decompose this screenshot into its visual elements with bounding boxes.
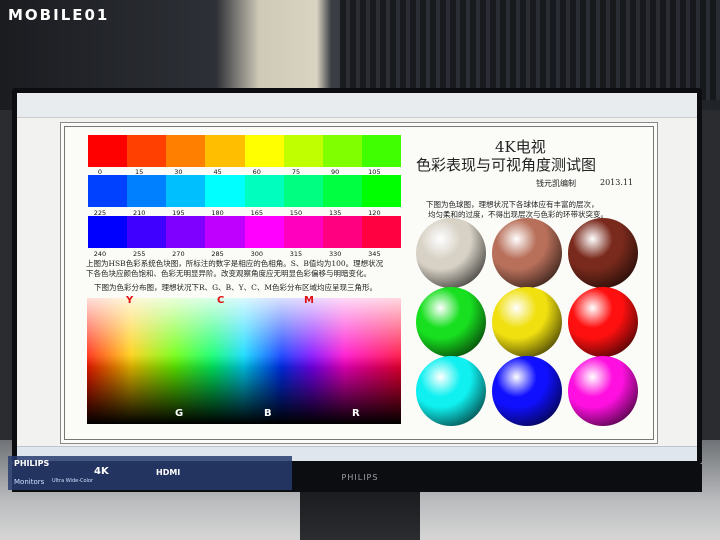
hue-bar-row-2	[88, 175, 401, 207]
row2-swatch	[205, 175, 245, 207]
hue-tick-label: 45	[213, 168, 222, 176]
color-sphere	[416, 356, 486, 426]
hue-tick-label: 135	[328, 209, 342, 217]
sticker-ultra: Ultra Wide-Color	[52, 478, 94, 484]
row2-swatch	[166, 175, 206, 207]
row1-swatch	[244, 135, 284, 167]
hue-bar-row-3	[88, 216, 401, 248]
label-B: B	[264, 408, 272, 419]
row2-swatch	[88, 175, 128, 207]
row2-swatch	[283, 175, 323, 207]
hue-tick-label: 105	[368, 168, 381, 176]
bezel-brand-label: PHILIPS	[341, 473, 379, 482]
color-sphere	[568, 218, 638, 288]
hue-tick-label: 285	[211, 250, 224, 258]
sticker-hdmi: HDMI	[156, 468, 181, 477]
hue-tick-label: 210	[132, 209, 146, 217]
row2-swatch	[244, 175, 284, 207]
sticker-monitors: Monitors	[14, 478, 45, 486]
hue-tick-label: 225	[93, 209, 107, 217]
label-M: M	[304, 295, 314, 306]
hue-tick-label: 150	[289, 209, 303, 217]
row3-swatch	[283, 216, 323, 248]
sticker-brand: PHILIPS	[14, 459, 50, 468]
label-C: C	[217, 295, 225, 306]
hue-tick-label: 30	[174, 168, 183, 176]
chart-author: 钱元凯编制	[536, 179, 576, 188]
label-Y: Y	[126, 295, 134, 306]
hue-tick-label: 195	[172, 209, 185, 217]
monitor-stand	[300, 492, 420, 540]
hue-bar-row-1	[88, 135, 401, 167]
hue-tick-label: 0	[97, 168, 103, 176]
watermark-logo: MOBILE01	[8, 6, 110, 24]
row1-swatch	[166, 135, 206, 167]
hue-tick-label: 15	[135, 168, 144, 176]
row2-swatch	[322, 175, 362, 207]
hue-tick-label: 345	[368, 250, 381, 258]
row2-swatch	[127, 175, 167, 207]
label-G: G	[175, 408, 184, 419]
label-R: R	[352, 408, 360, 419]
hue-tick-label: 165	[250, 209, 263, 217]
row1-swatch	[127, 135, 167, 167]
row3-swatch	[88, 216, 128, 248]
hue-tick-label: 180	[211, 209, 224, 217]
chart-date: 2013.11	[600, 178, 634, 187]
row1-swatch	[361, 135, 401, 167]
row1-swatch	[322, 135, 362, 167]
color-sphere	[568, 287, 638, 357]
hue-tick-label: 270	[172, 250, 185, 258]
spectrum-description: 下图为色彩分布图，理想状况下R、G、B、Y、C、M色彩分布区域均应呈现三角形。	[94, 283, 378, 292]
hue-tick-label: 315	[289, 250, 303, 258]
color-sphere	[492, 287, 562, 357]
chart-title-line-2: 色彩表现与可视角度测试图	[416, 156, 597, 174]
color-sphere	[568, 356, 638, 426]
row1-swatch	[205, 135, 245, 167]
color-sphere	[492, 356, 562, 426]
row2-swatch	[361, 175, 401, 207]
hsb-description-line-2: 下各色块应颜色饱和、色彩无明显异阶。改变观察角度应无明显色彩偏移与明暗变化。	[86, 269, 371, 278]
hue-tick-label: 300	[250, 250, 263, 258]
row3-swatch	[361, 216, 401, 248]
viewer-toolbar	[17, 93, 697, 118]
color-distribution-spectrum	[87, 298, 401, 424]
sticker-4k: 4K	[94, 466, 109, 477]
hue-tick-label: 255	[132, 250, 146, 258]
row1-swatch	[88, 135, 128, 167]
hue-tick-label: 90	[331, 168, 340, 176]
background-curtain	[340, 0, 720, 100]
row3-swatch	[127, 216, 167, 248]
color-sphere	[416, 287, 486, 357]
row3-swatch	[205, 216, 245, 248]
row1-swatch	[283, 135, 323, 167]
hue-tick-label: 240	[93, 250, 107, 258]
color-sphere	[416, 218, 486, 288]
color-sphere	[492, 218, 562, 288]
hue-tick-label: 60	[252, 168, 261, 176]
sticker-banner: PHILIPS Monitors 4K Ultra Wide-Color HDM…	[8, 456, 292, 490]
hue-tick-label: 330	[328, 250, 342, 258]
hue-tick-label: 120	[368, 209, 381, 217]
row3-swatch	[244, 216, 284, 248]
row3-swatch	[166, 216, 206, 248]
hue-tick-label: 75	[291, 168, 301, 176]
row3-swatch	[322, 216, 362, 248]
